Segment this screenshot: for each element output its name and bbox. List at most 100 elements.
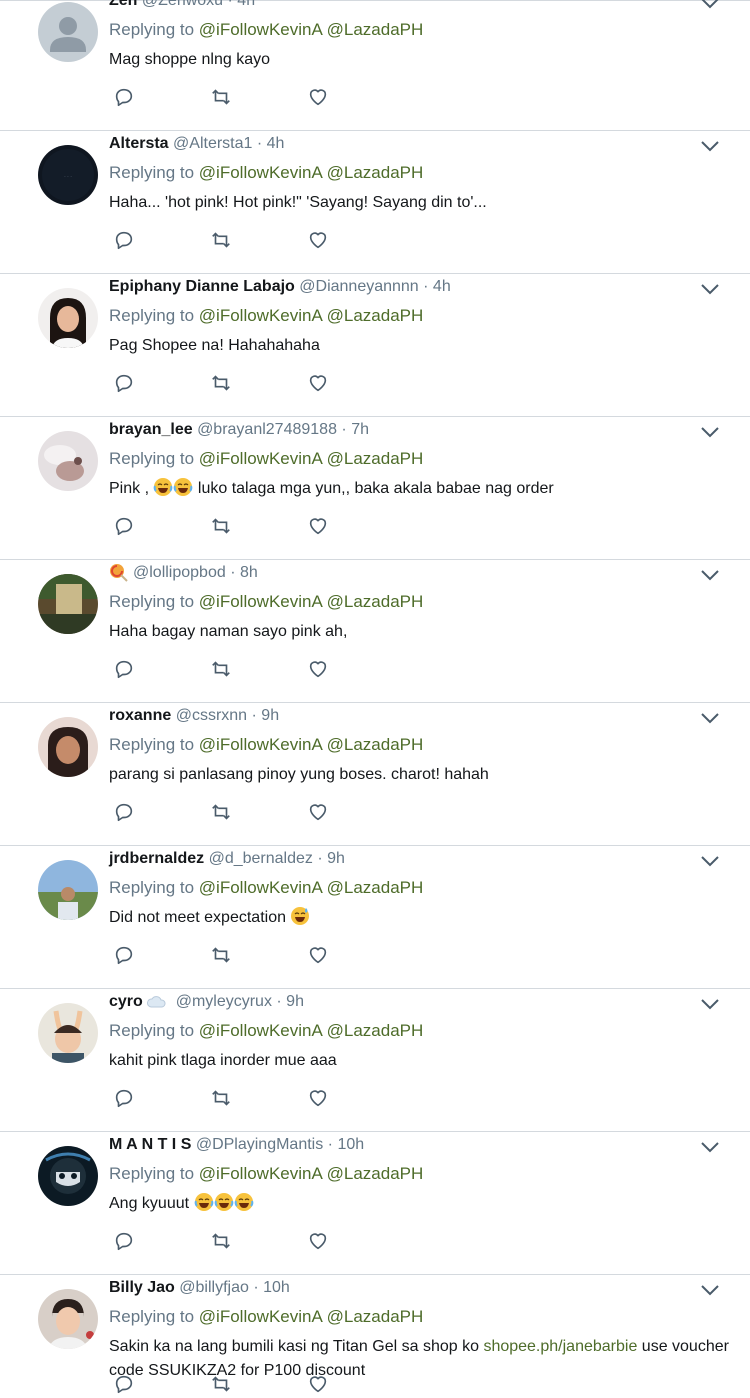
avatar[interactable] (38, 1289, 98, 1349)
timestamp[interactable]: 4h (237, 0, 255, 9)
display-name[interactable]: Altersta (109, 135, 169, 152)
display-name[interactable]: Zen (109, 0, 137, 9)
avatar[interactable]: · · · (38, 145, 98, 205)
retweet-icon[interactable] (210, 658, 232, 680)
chevron-down-icon[interactable] (699, 280, 721, 298)
avatar[interactable] (38, 717, 98, 777)
chevron-down-icon[interactable] (699, 709, 721, 727)
reply-icon[interactable] (113, 86, 135, 108)
display-name[interactable]: roxanne (109, 707, 171, 724)
display-name[interactable]: jrdbernaldez (109, 850, 204, 867)
reply-icon[interactable] (113, 1373, 135, 1395)
reply-icon[interactable] (113, 801, 135, 823)
heart-icon[interactable] (307, 372, 329, 394)
user-handle[interactable]: @lollipopbod (133, 564, 226, 581)
retweet-icon[interactable] (210, 1087, 232, 1109)
retweet-icon[interactable] (210, 1230, 232, 1252)
user-handle[interactable]: @billyfjao (179, 1279, 249, 1296)
timestamp[interactable]: 4h (433, 278, 451, 295)
mention-link[interactable]: @LazadaPH (327, 306, 424, 325)
chevron-down-icon[interactable] (699, 137, 721, 155)
avatar[interactable] (38, 288, 98, 348)
timestamp[interactable]: 7h (351, 421, 369, 438)
heart-icon[interactable] (307, 658, 329, 680)
mention-link[interactable]: @LazadaPH (327, 1021, 424, 1040)
avatar[interactable] (38, 574, 98, 634)
tweet-link[interactable]: shopee.ph/janebarbie (483, 1338, 637, 1355)
retweet-icon[interactable] (210, 86, 232, 108)
retweet-icon[interactable] (210, 1373, 232, 1395)
chevron-down-icon[interactable] (699, 1281, 721, 1299)
reply-icon[interactable] (113, 658, 135, 680)
timestamp[interactable]: 10h (337, 1136, 364, 1153)
heart-icon[interactable] (307, 86, 329, 108)
chevron-down-icon[interactable] (699, 995, 721, 1013)
retweet-icon[interactable] (210, 229, 232, 251)
mention-link[interactable]: @LazadaPH (327, 163, 424, 182)
timestamp[interactable]: 10h (263, 1279, 290, 1296)
avatar[interactable] (38, 431, 98, 491)
reply-icon[interactable] (113, 229, 135, 251)
reply-tweet[interactable]: Billy Jao @billyfjao · 10h Replying to @i… (0, 1275, 750, 1398)
reply-icon[interactable] (113, 1230, 135, 1252)
retweet-icon[interactable] (210, 801, 232, 823)
reply-icon[interactable] (113, 1087, 135, 1109)
mention-link[interactable]: @LazadaPH (327, 592, 424, 611)
user-handle[interactable]: @d_bernaldez (209, 850, 313, 867)
avatar[interactable] (38, 860, 98, 920)
mention-link[interactable]: @iFollowKevinA (199, 592, 322, 611)
avatar[interactable] (38, 1146, 98, 1206)
reply-icon[interactable] (113, 944, 135, 966)
heart-icon[interactable] (307, 229, 329, 251)
heart-icon[interactable] (307, 515, 329, 537)
timestamp[interactable]: 4h (267, 135, 285, 152)
mention-link[interactable]: @LazadaPH (327, 1307, 424, 1326)
timestamp[interactable]: 8h (240, 564, 258, 581)
mention-link[interactable]: @iFollowKevinA (199, 163, 322, 182)
heart-icon[interactable] (307, 944, 329, 966)
chevron-down-icon[interactable] (699, 852, 721, 870)
mention-link[interactable]: @iFollowKevinA (199, 1164, 322, 1183)
avatar[interactable] (38, 1003, 98, 1063)
user-handle[interactable]: @brayanl27489188 (197, 421, 337, 438)
reply-tweet[interactable]: cyro @myleycyrux · 9h Replying to @iFollo… (0, 989, 750, 1132)
heart-icon[interactable] (307, 801, 329, 823)
user-handle[interactable]: @Zenwoxu (142, 0, 223, 9)
retweet-icon[interactable] (210, 372, 232, 394)
mention-link[interactable]: @LazadaPH (327, 1164, 424, 1183)
heart-icon[interactable] (307, 1230, 329, 1252)
reply-tweet[interactable]: brayan_lee @brayanl27489188 · 7h Replying… (0, 417, 750, 560)
mention-link[interactable]: @LazadaPH (327, 735, 424, 754)
reply-tweet[interactable]: @lollipopbod · 8h Replying to @iFollowKev… (0, 560, 750, 703)
chevron-down-icon[interactable] (699, 0, 721, 12)
user-handle[interactable]: @cssrxnn (176, 707, 247, 724)
mention-link[interactable]: @iFollowKevinA (199, 1021, 322, 1040)
display-name[interactable]: Epiphany Dianne Labajo (109, 278, 295, 295)
heart-icon[interactable] (307, 1087, 329, 1109)
display-name[interactable]: brayan_lee (109, 421, 193, 438)
mention-link[interactable]: @iFollowKevinA (199, 735, 322, 754)
retweet-icon[interactable] (210, 515, 232, 537)
timestamp[interactable]: 9h (286, 993, 304, 1010)
user-handle[interactable]: @DPlayingMantis (196, 1136, 323, 1153)
timestamp[interactable]: 9h (327, 850, 345, 867)
mention-link[interactable]: @iFollowKevinA (199, 20, 322, 39)
reply-tweet[interactable]: Epiphany Dianne Labajo @Dianneyannnn · 4… (0, 274, 750, 417)
mention-link[interactable]: @LazadaPH (327, 449, 424, 468)
chevron-down-icon[interactable] (699, 423, 721, 441)
reply-tweet[interactable]: · · · Altersta @Altersta1 · 4h Replying to… (0, 131, 750, 274)
display-name[interactable]: cyro (109, 993, 143, 1010)
display-name[interactable]: Billy Jao (109, 1279, 175, 1296)
mention-link[interactable]: @iFollowKevinA (199, 1307, 322, 1326)
reply-tweet[interactable]: Zen @Zenwoxu · 4h Replying to @iFollowKev… (0, 0, 750, 131)
reply-icon[interactable] (113, 515, 135, 537)
reply-icon[interactable] (113, 372, 135, 394)
mention-link[interactable]: @iFollowKevinA (199, 878, 322, 897)
reply-tweet[interactable]: jrdbernaldez @d_bernaldez · 9h Replying t… (0, 846, 750, 989)
mention-link[interactable]: @iFollowKevinA (199, 306, 322, 325)
retweet-icon[interactable] (210, 944, 232, 966)
avatar[interactable] (38, 2, 98, 62)
mention-link[interactable]: @LazadaPH (327, 20, 424, 39)
chevron-down-icon[interactable] (699, 1138, 721, 1156)
reply-tweet[interactable]: M A N T I S @DPlayingMantis · 10h Replyin… (0, 1132, 750, 1275)
